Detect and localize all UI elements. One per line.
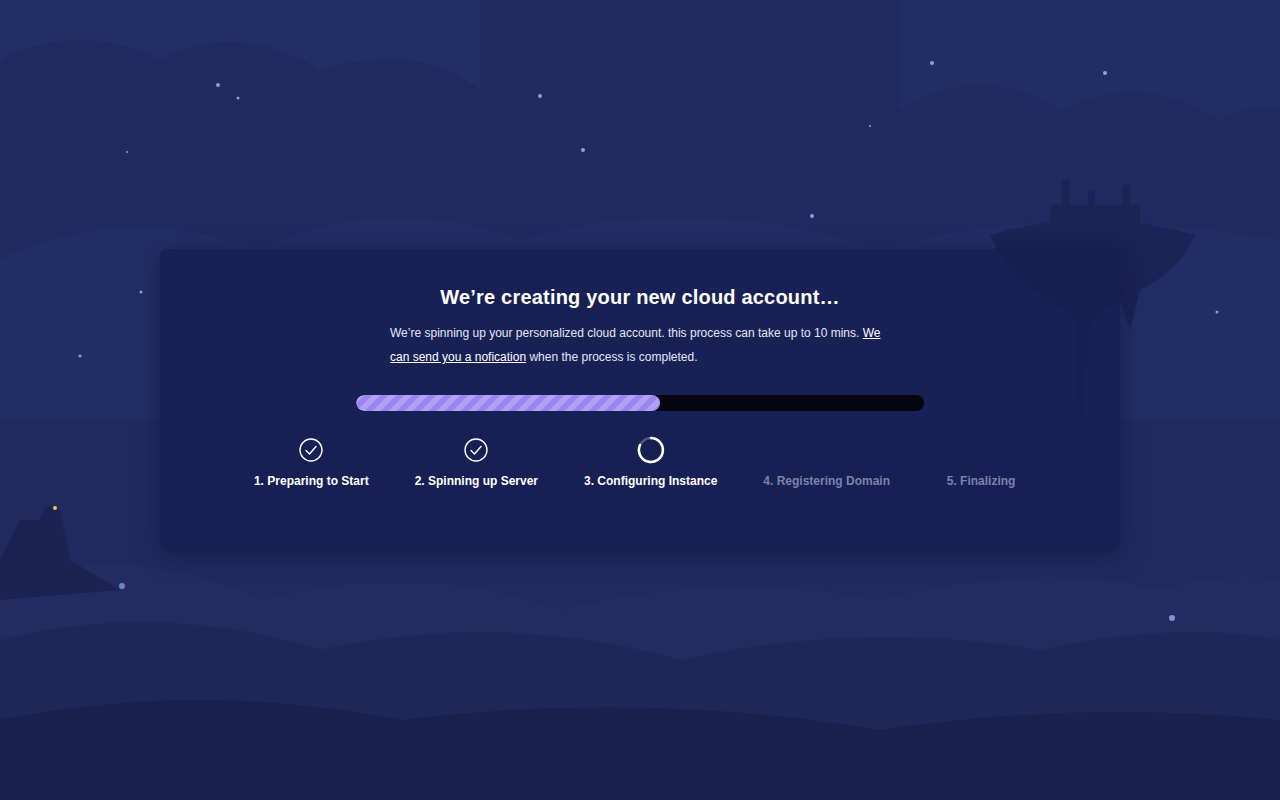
- check-circle-icon: [299, 438, 323, 462]
- step-item: 5. Finalizing: [936, 435, 1026, 489]
- step-icon-slot: [812, 435, 842, 465]
- step-item: 4. Registering Domain: [763, 435, 890, 489]
- step-item: 2. Spinning up Server: [415, 435, 538, 489]
- step-icon-slot: [296, 435, 326, 465]
- step-icon-slot: [461, 435, 491, 465]
- step-label: 4. Registering Domain: [763, 473, 890, 489]
- setup-panel: We’re creating your new cloud account… We…: [160, 249, 1120, 551]
- description-text: We’re spinning up your personalized clou…: [390, 326, 863, 340]
- page: We’re creating your new cloud account… We…: [0, 0, 1280, 800]
- check-circle-icon: [464, 438, 488, 462]
- steps-list: 1. Preparing to Start 2. Spinning up Serv…: [254, 435, 1026, 489]
- step-label: 1. Preparing to Start: [254, 473, 369, 489]
- step-icon-slot: [966, 435, 996, 465]
- step-item: 3. Configuring Instance: [584, 435, 717, 489]
- description-text: when the process is completed.: [526, 350, 697, 364]
- progress-fill: [356, 395, 660, 411]
- page-title: We’re creating your new cloud account…: [440, 285, 840, 309]
- spinner-icon: [636, 435, 666, 465]
- step-label: 5. Finalizing: [947, 473, 1016, 489]
- step-label: 2. Spinning up Server: [415, 473, 538, 489]
- step-icon-slot: [636, 435, 666, 465]
- step-item: 1. Preparing to Start: [254, 435, 369, 489]
- progress-track: [356, 395, 924, 411]
- step-label: 3. Configuring Instance: [584, 473, 717, 489]
- description: We’re spinning up your personalized clou…: [390, 321, 890, 369]
